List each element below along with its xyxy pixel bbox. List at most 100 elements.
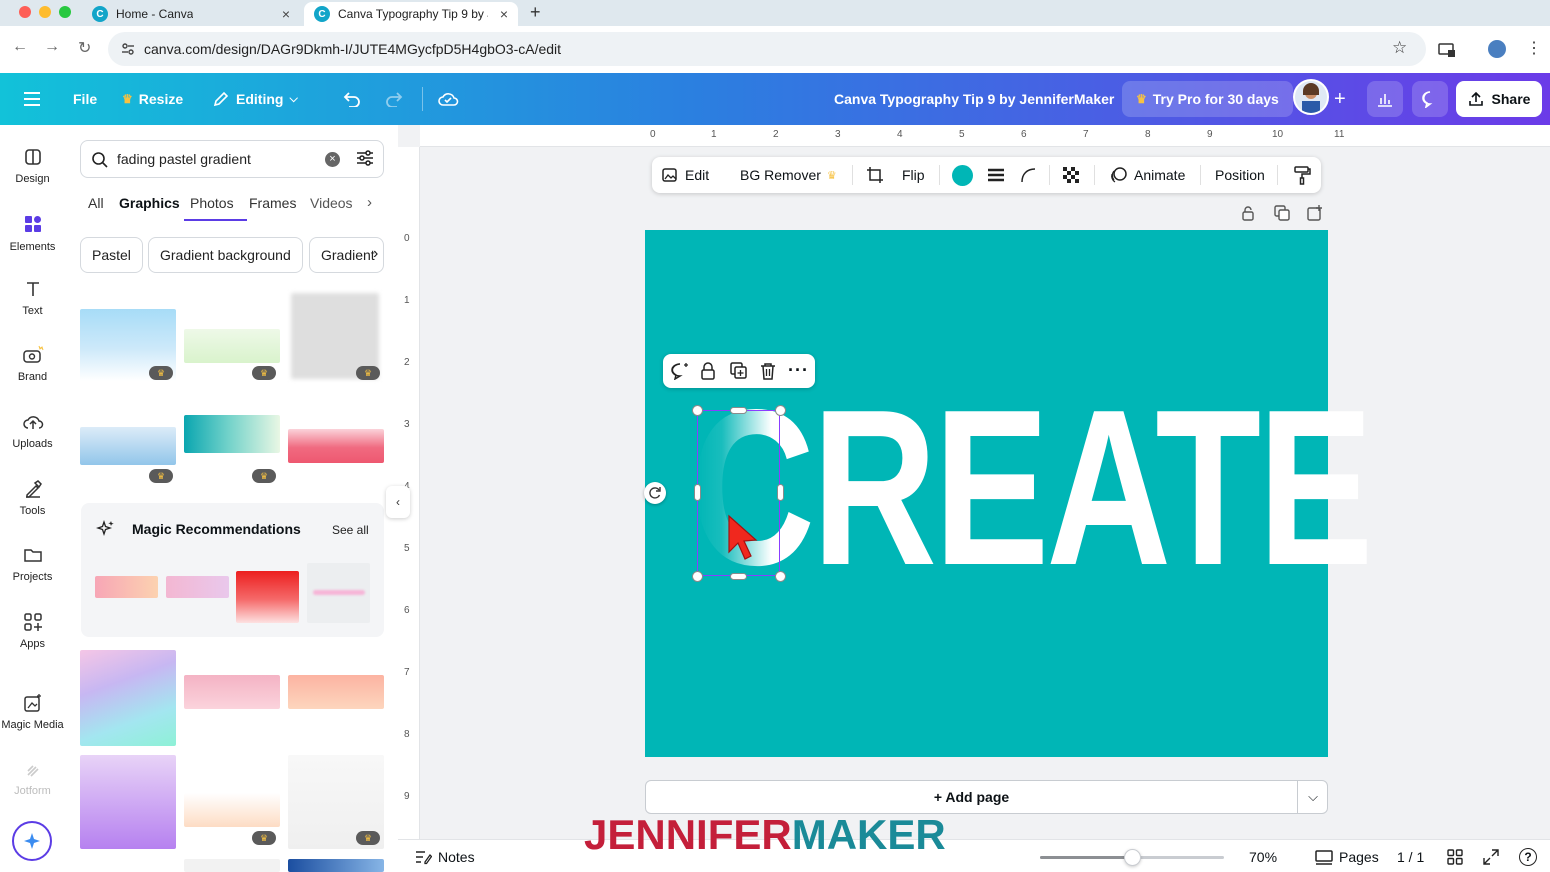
minimize-window-button[interactable] — [39, 6, 51, 18]
add-page-button[interactable]: + Add page — [646, 781, 1297, 813]
pages-button[interactable]: Pages — [1315, 849, 1379, 865]
rail-item-uploads[interactable]: Uploads — [0, 412, 65, 450]
chips-scroll-right-icon[interactable]: › — [373, 245, 378, 263]
resize-handle[interactable] — [730, 407, 747, 414]
position-button[interactable]: Position — [1215, 157, 1265, 193]
invite-plus-icon[interactable]: + — [1334, 73, 1346, 125]
editing-mode-button[interactable]: Editing ⌵ — [212, 73, 298, 125]
undo-button[interactable] — [341, 73, 361, 125]
resize-handle[interactable] — [777, 484, 784, 501]
resize-handle[interactable] — [730, 573, 747, 580]
zoom-level[interactable]: 70% — [1249, 849, 1277, 865]
flip-button[interactable]: Flip — [902, 157, 925, 193]
rotate-handle[interactable] — [644, 482, 666, 504]
browser-tab-home[interactable]: C Home - Canva × — [82, 2, 300, 26]
new-tab-icon[interactable]: + — [530, 2, 541, 23]
clear-search-icon[interactable]: × — [325, 152, 340, 167]
graphic-thumbnail[interactable] — [80, 427, 176, 465]
resize-button[interactable]: ♛ Resize — [122, 73, 183, 125]
tab-all[interactable]: All — [88, 195, 104, 211]
save-status-button[interactable] — [437, 73, 459, 125]
transparency-button[interactable] — [1062, 157, 1080, 193]
resize-handle[interactable] — [694, 484, 701, 501]
recommendation-thumbnail[interactable] — [95, 576, 158, 598]
chip-pastel[interactable]: Pastel — [80, 237, 143, 273]
try-pro-button[interactable]: ♛ Try Pro for 30 days — [1122, 81, 1293, 117]
zoom-slider[interactable] — [1040, 849, 1224, 866]
tab-frames[interactable]: Frames — [249, 195, 296, 211]
search-input[interactable]: fading pastel gradient × — [80, 140, 384, 178]
graphic-thumbnail[interactable] — [80, 755, 176, 849]
main-menu-icon[interactable] — [22, 73, 42, 125]
graphic-thumbnail[interactable] — [184, 859, 280, 872]
duplicate-page-icon[interactable] — [1274, 205, 1290, 221]
add-page-icon[interactable] — [1307, 205, 1323, 221]
zoom-slider-thumb[interactable] — [1124, 849, 1141, 866]
comments-button[interactable] — [1412, 81, 1448, 117]
url-bar[interactable]: canva.com/design/DAGr9Dkmh-I/JUTE4MGycfp… — [108, 32, 1426, 66]
profile-avatar[interactable] — [1488, 40, 1506, 58]
grid-view-icon[interactable] — [1447, 849, 1463, 865]
comment-icon[interactable] — [670, 362, 690, 380]
redo-button[interactable] — [385, 73, 405, 125]
filter-icon[interactable] — [355, 149, 375, 167]
help-icon[interactable]: ? — [1519, 848, 1537, 866]
close-tab-icon[interactable]: × — [500, 6, 508, 22]
graphic-thumbnail[interactable] — [184, 793, 280, 827]
recommendation-thumbnail[interactable] — [307, 563, 370, 623]
rail-item-tools[interactable]: Tools — [0, 479, 65, 517]
notes-button[interactable]: Notes — [414, 849, 475, 865]
border-style-button[interactable] — [987, 157, 1005, 193]
rail-item-apps[interactable]: Apps — [0, 612, 65, 650]
lock-icon[interactable] — [700, 362, 716, 380]
rail-item-jotform[interactable]: Jotform — [0, 761, 65, 797]
headline-text[interactable]: CREATE — [690, 377, 1373, 599]
tab-photos[interactable]: Photos — [190, 195, 234, 211]
insights-button[interactable] — [1367, 81, 1403, 117]
animate-button[interactable]: Animate — [1110, 157, 1185, 193]
graphic-thumbnail[interactable] — [288, 675, 384, 709]
graphic-thumbnail[interactable] — [184, 329, 280, 363]
graphic-thumbnail[interactable] — [288, 429, 384, 463]
color-button[interactable] — [952, 157, 973, 193]
tabs-scroll-right-icon[interactable]: › — [367, 194, 372, 211]
add-page-options-chevron-icon[interactable]: ⌵ — [1298, 781, 1328, 813]
resize-handle[interactable] — [775, 571, 786, 582]
maximize-window-button[interactable] — [59, 6, 71, 18]
bg-remover-button[interactable]: BG Remover ♛ — [740, 157, 837, 193]
rail-item-brand[interactable]: Brand — [0, 345, 65, 383]
reload-icon[interactable]: ↻ — [78, 38, 91, 58]
close-window-button[interactable] — [19, 6, 31, 18]
document-title[interactable]: Canva Typography Tip 9 by JenniferMaker — [834, 73, 1114, 125]
share-button[interactable]: Share — [1456, 81, 1542, 117]
rail-item-elements[interactable]: Elements — [0, 213, 65, 253]
cast-icon[interactable] — [1438, 42, 1456, 58]
rail-item-design[interactable]: Design — [0, 147, 65, 185]
rail-item-magic-media[interactable]: Magic Media — [0, 693, 65, 731]
trash-icon[interactable] — [760, 362, 776, 380]
user-avatar[interactable] — [1293, 79, 1329, 115]
rail-item-text[interactable]: Text — [0, 279, 65, 317]
magic-assistant-button[interactable] — [12, 821, 52, 861]
tab-videos[interactable]: Videos — [310, 195, 353, 211]
site-info-icon[interactable] — [120, 41, 136, 57]
browser-tab-design[interactable]: C Canva Typography Tip 9 by J × — [304, 2, 518, 26]
corner-rounding-button[interactable] — [1020, 157, 1036, 193]
resize-handle[interactable] — [692, 571, 703, 582]
graphic-thumbnail[interactable] — [184, 415, 280, 453]
recommendation-thumbnail[interactable] — [236, 571, 299, 623]
forward-icon[interactable]: → — [44, 38, 60, 56]
see-all-link[interactable]: See all — [332, 523, 369, 537]
resize-handle[interactable] — [775, 405, 786, 416]
more-options-icon[interactable]: ··· — [788, 360, 809, 381]
close-tab-icon[interactable]: × — [282, 6, 290, 22]
collapse-panel-button[interactable]: ‹ — [386, 486, 410, 518]
crop-button[interactable] — [866, 157, 884, 193]
file-menu[interactable]: File — [73, 73, 97, 125]
resize-handle[interactable] — [692, 405, 703, 416]
graphic-thumbnail[interactable] — [288, 859, 384, 872]
graphic-thumbnail[interactable] — [80, 650, 176, 746]
edit-image-button[interactable]: Edit — [661, 157, 709, 193]
back-icon[interactable]: ← — [12, 38, 28, 56]
rail-item-projects[interactable]: Projects — [0, 545, 65, 583]
